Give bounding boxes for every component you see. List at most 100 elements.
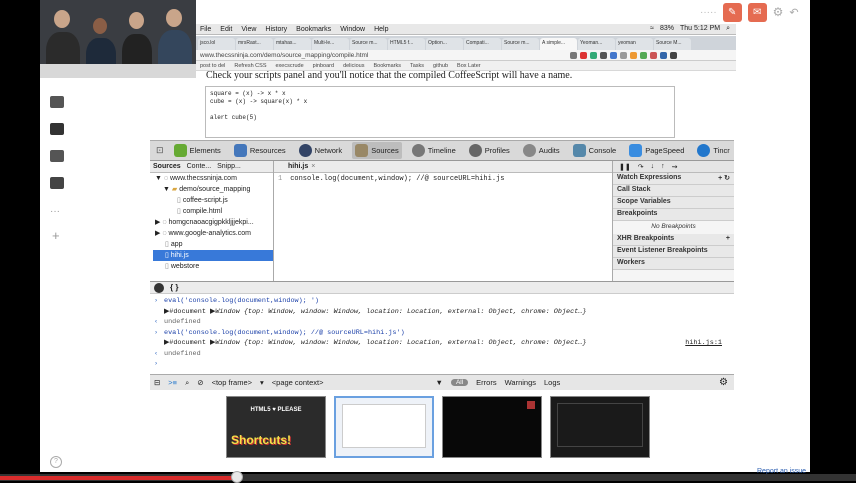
step-out-icon[interactable]: ↑ [661, 163, 665, 170]
add-icon[interactable]: + ↻ [718, 174, 730, 183]
menu-help[interactable]: Help [374, 26, 388, 33]
tab-profiles[interactable]: Profiles [466, 142, 513, 159]
frame-selector[interactable]: <top frame> [212, 378, 252, 387]
bookmark[interactable]: execscrude [276, 63, 304, 69]
filter-logs[interactable]: Logs [544, 378, 560, 387]
tab-sources-files[interactable]: Sources [153, 163, 181, 170]
console-log-line[interactable]: ▶#document ▶Window {top: Window, window:… [154, 307, 730, 318]
bookmark[interactable]: pinboard [313, 63, 334, 69]
call-stack-section[interactable]: Call Stack [613, 185, 734, 197]
help-icon[interactable]: ? [50, 456, 62, 468]
browser-tab[interactable]: Compati... [464, 38, 501, 50]
browser-tab[interactable]: jsco.lol [198, 38, 235, 50]
extension-icon[interactable] [610, 52, 617, 59]
browser-tab[interactable]: HTML5 f... [388, 38, 425, 50]
tree-item[interactable]: ▯ app [153, 239, 273, 250]
pretty-print-icon[interactable]: { } [170, 283, 178, 292]
browser-tab[interactable]: Source M... [654, 38, 691, 50]
workers-section[interactable]: Workers [613, 258, 734, 270]
undo-icon[interactable]: ↶ [789, 6, 798, 19]
bookmark[interactable]: Box Later [457, 63, 481, 69]
bookmark[interactable]: Bookmarks [373, 63, 401, 69]
browser-tab[interactable]: Multi-le... [312, 38, 349, 50]
step-into-icon[interactable]: ↓ [651, 163, 655, 170]
extension-icon[interactable] [620, 52, 627, 59]
tab-console[interactable]: Console [570, 142, 620, 159]
show-console-icon[interactable]: >≡ [168, 378, 177, 387]
play-icon[interactable] [50, 123, 64, 135]
search-icon[interactable]: ⌕ [726, 25, 730, 33]
tree-item[interactable]: ▼ ◌ www.thecssninja.com [153, 173, 273, 184]
screen-icon[interactable] [50, 96, 64, 108]
menu-history[interactable]: History [265, 26, 287, 33]
filter-all[interactable]: All [450, 379, 469, 386]
tab-timeline[interactable]: Timeline [409, 142, 459, 159]
code-textarea[interactable]: square = (x) -> x * x cube = (x) -> squa… [205, 86, 675, 138]
tab-tincr[interactable]: Tincr [694, 142, 732, 159]
browser-tab[interactable]: Yeoman... [578, 38, 615, 50]
menu-view[interactable]: View [241, 26, 256, 33]
thumbnail[interactable] [442, 396, 542, 458]
zoom-icon[interactable] [50, 150, 64, 162]
tree-item[interactable]: ▶ ◌ homgcnaoacgigpkkljjjekpi... [153, 217, 273, 228]
clock[interactable]: Thu 5:12 PM [680, 25, 720, 33]
wrench-icon[interactable] [670, 52, 677, 59]
menu-window[interactable]: Window [340, 26, 365, 33]
tab-elements[interactable]: Elements [171, 142, 224, 159]
context-selector[interactable]: <page context> [272, 378, 324, 387]
source-link[interactable]: hihi.js:1 [685, 338, 730, 349]
extension-icon[interactable] [600, 52, 607, 59]
breakpoints-section[interactable]: Breakpoints [613, 209, 734, 221]
drive-icon[interactable] [50, 177, 64, 189]
browser-tab[interactable]: Source m... [350, 38, 387, 50]
browser-tab[interactable]: Option... [426, 38, 463, 50]
add-icon[interactable]: + [726, 235, 730, 244]
menu-file[interactable]: File [200, 26, 211, 33]
bookmark[interactable]: github [433, 63, 448, 69]
browser-tab-active[interactable]: A simple... [540, 38, 577, 50]
megaphone-icon[interactable]: ✉ [747, 2, 767, 22]
browser-tab[interactable]: mrsRast... [236, 38, 273, 50]
tab-network[interactable]: Network [296, 142, 346, 159]
pause-exceptions-icon[interactable] [154, 282, 164, 293]
extension-icon[interactable] [650, 52, 657, 59]
filter-icon[interactable]: ▼ [436, 378, 443, 387]
menu-bookmarks[interactable]: Bookmarks [296, 26, 331, 33]
console-prompt[interactable]: › [154, 359, 730, 370]
clear-console-icon[interactable]: ⊘ [197, 378, 203, 387]
close-icon[interactable]: × [311, 163, 315, 170]
chevron-down-icon[interactable]: ▾ [260, 378, 264, 387]
extension-icon[interactable] [630, 52, 637, 59]
extension-icon[interactable] [640, 52, 647, 59]
battery-level[interactable]: 83% [660, 25, 674, 33]
bookmark[interactable]: Tasks [410, 63, 424, 69]
extension-icon[interactable] [660, 52, 667, 59]
more-icon[interactable]: ··· [50, 206, 60, 217]
dock-icon[interactable]: ⊡ [156, 145, 164, 156]
tab-pagespeed[interactable]: PageSpeed [626, 142, 687, 159]
add-icon[interactable]: + [52, 228, 60, 243]
step-over-icon[interactable]: ↷ [638, 163, 644, 171]
tree-item[interactable]: ▯ coffee-script.js [153, 195, 273, 206]
tab-content-scripts[interactable]: Conte... [187, 163, 212, 170]
event-listener-breakpoints-section[interactable]: Event Listener Breakpoints [613, 246, 734, 258]
settings-gear-icon[interactable]: ⚙ [719, 377, 734, 388]
extension-icon[interactable] [590, 52, 597, 59]
deactivate-breakpoints-icon[interactable]: ⇝ [672, 163, 678, 171]
tab-resources[interactable]: Resources [231, 142, 289, 159]
edit-icon[interactable]: ✎ [722, 2, 742, 22]
wifi-icon[interactable]: ≈ [650, 25, 654, 33]
editor-line[interactable]: 1 console.log(document,window); //@ sour… [274, 173, 612, 185]
menu-edit[interactable]: Edit [220, 26, 232, 33]
extension-icon[interactable] [580, 52, 587, 59]
gear-icon[interactable]: ⚙ [773, 5, 784, 19]
tree-item[interactable]: ▼ ▰ demo/source_mapping [153, 184, 273, 195]
filter-errors[interactable]: Errors [476, 378, 496, 387]
browser-tab[interactable]: Source m... [502, 38, 539, 50]
tab-sources[interactable]: Sources [352, 142, 402, 159]
tab-snippets[interactable]: Snipp... [217, 163, 241, 170]
watch-expressions-section[interactable]: Watch Expressions + ↻ [613, 173, 734, 185]
tree-item[interactable]: ▯ compile.html [153, 206, 273, 217]
editor-tab[interactable]: hihi.js [288, 163, 308, 170]
thumbnail[interactable] [334, 396, 434, 458]
